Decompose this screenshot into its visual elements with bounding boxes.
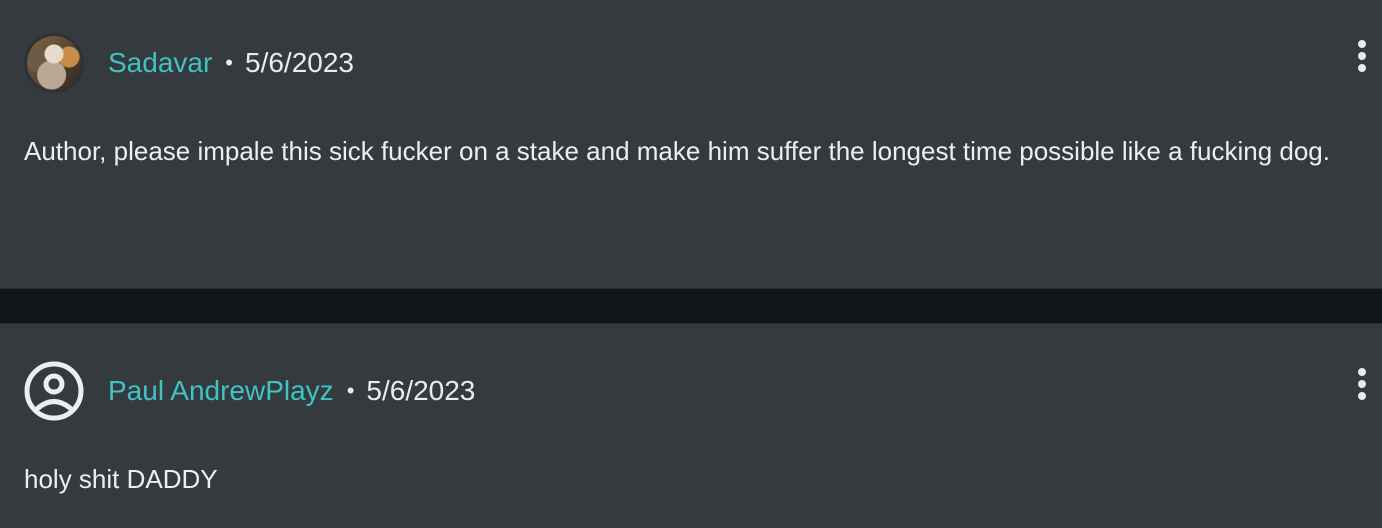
more-vertical-icon[interactable]: [1354, 366, 1370, 406]
menu-dot: [1358, 52, 1366, 60]
comment-header: Paul AndrewPlayz • 5/6/2023: [24, 361, 475, 421]
separator-dot: •: [225, 50, 233, 75]
more-vertical-icon[interactable]: [1354, 38, 1370, 78]
comment-header: Sadavar • 5/6/2023: [24, 33, 354, 93]
comment-text: Author, please impale this sick fucker o…: [24, 136, 1330, 166]
avatar[interactable]: [24, 33, 84, 93]
username-link[interactable]: Paul AndrewPlayz: [108, 361, 334, 421]
separator-dot: •: [346, 378, 355, 403]
menu-dot: [1358, 380, 1366, 388]
avatar[interactable]: [24, 361, 84, 421]
menu-dot: [1358, 40, 1366, 48]
user-avatar-image: [24, 33, 84, 93]
username-link[interactable]: Sadavar: [108, 33, 212, 93]
comment-text: holy shit DADDY: [24, 464, 218, 494]
comment-date: 5/6/2023: [366, 375, 476, 406]
menu-dot: [1358, 64, 1366, 72]
menu-dot: [1358, 392, 1366, 400]
comment-separator: [0, 288, 1382, 324]
comment-date: 5/6/2023: [245, 47, 354, 78]
menu-dot: [1358, 368, 1366, 376]
default-user-icon: [24, 361, 84, 421]
